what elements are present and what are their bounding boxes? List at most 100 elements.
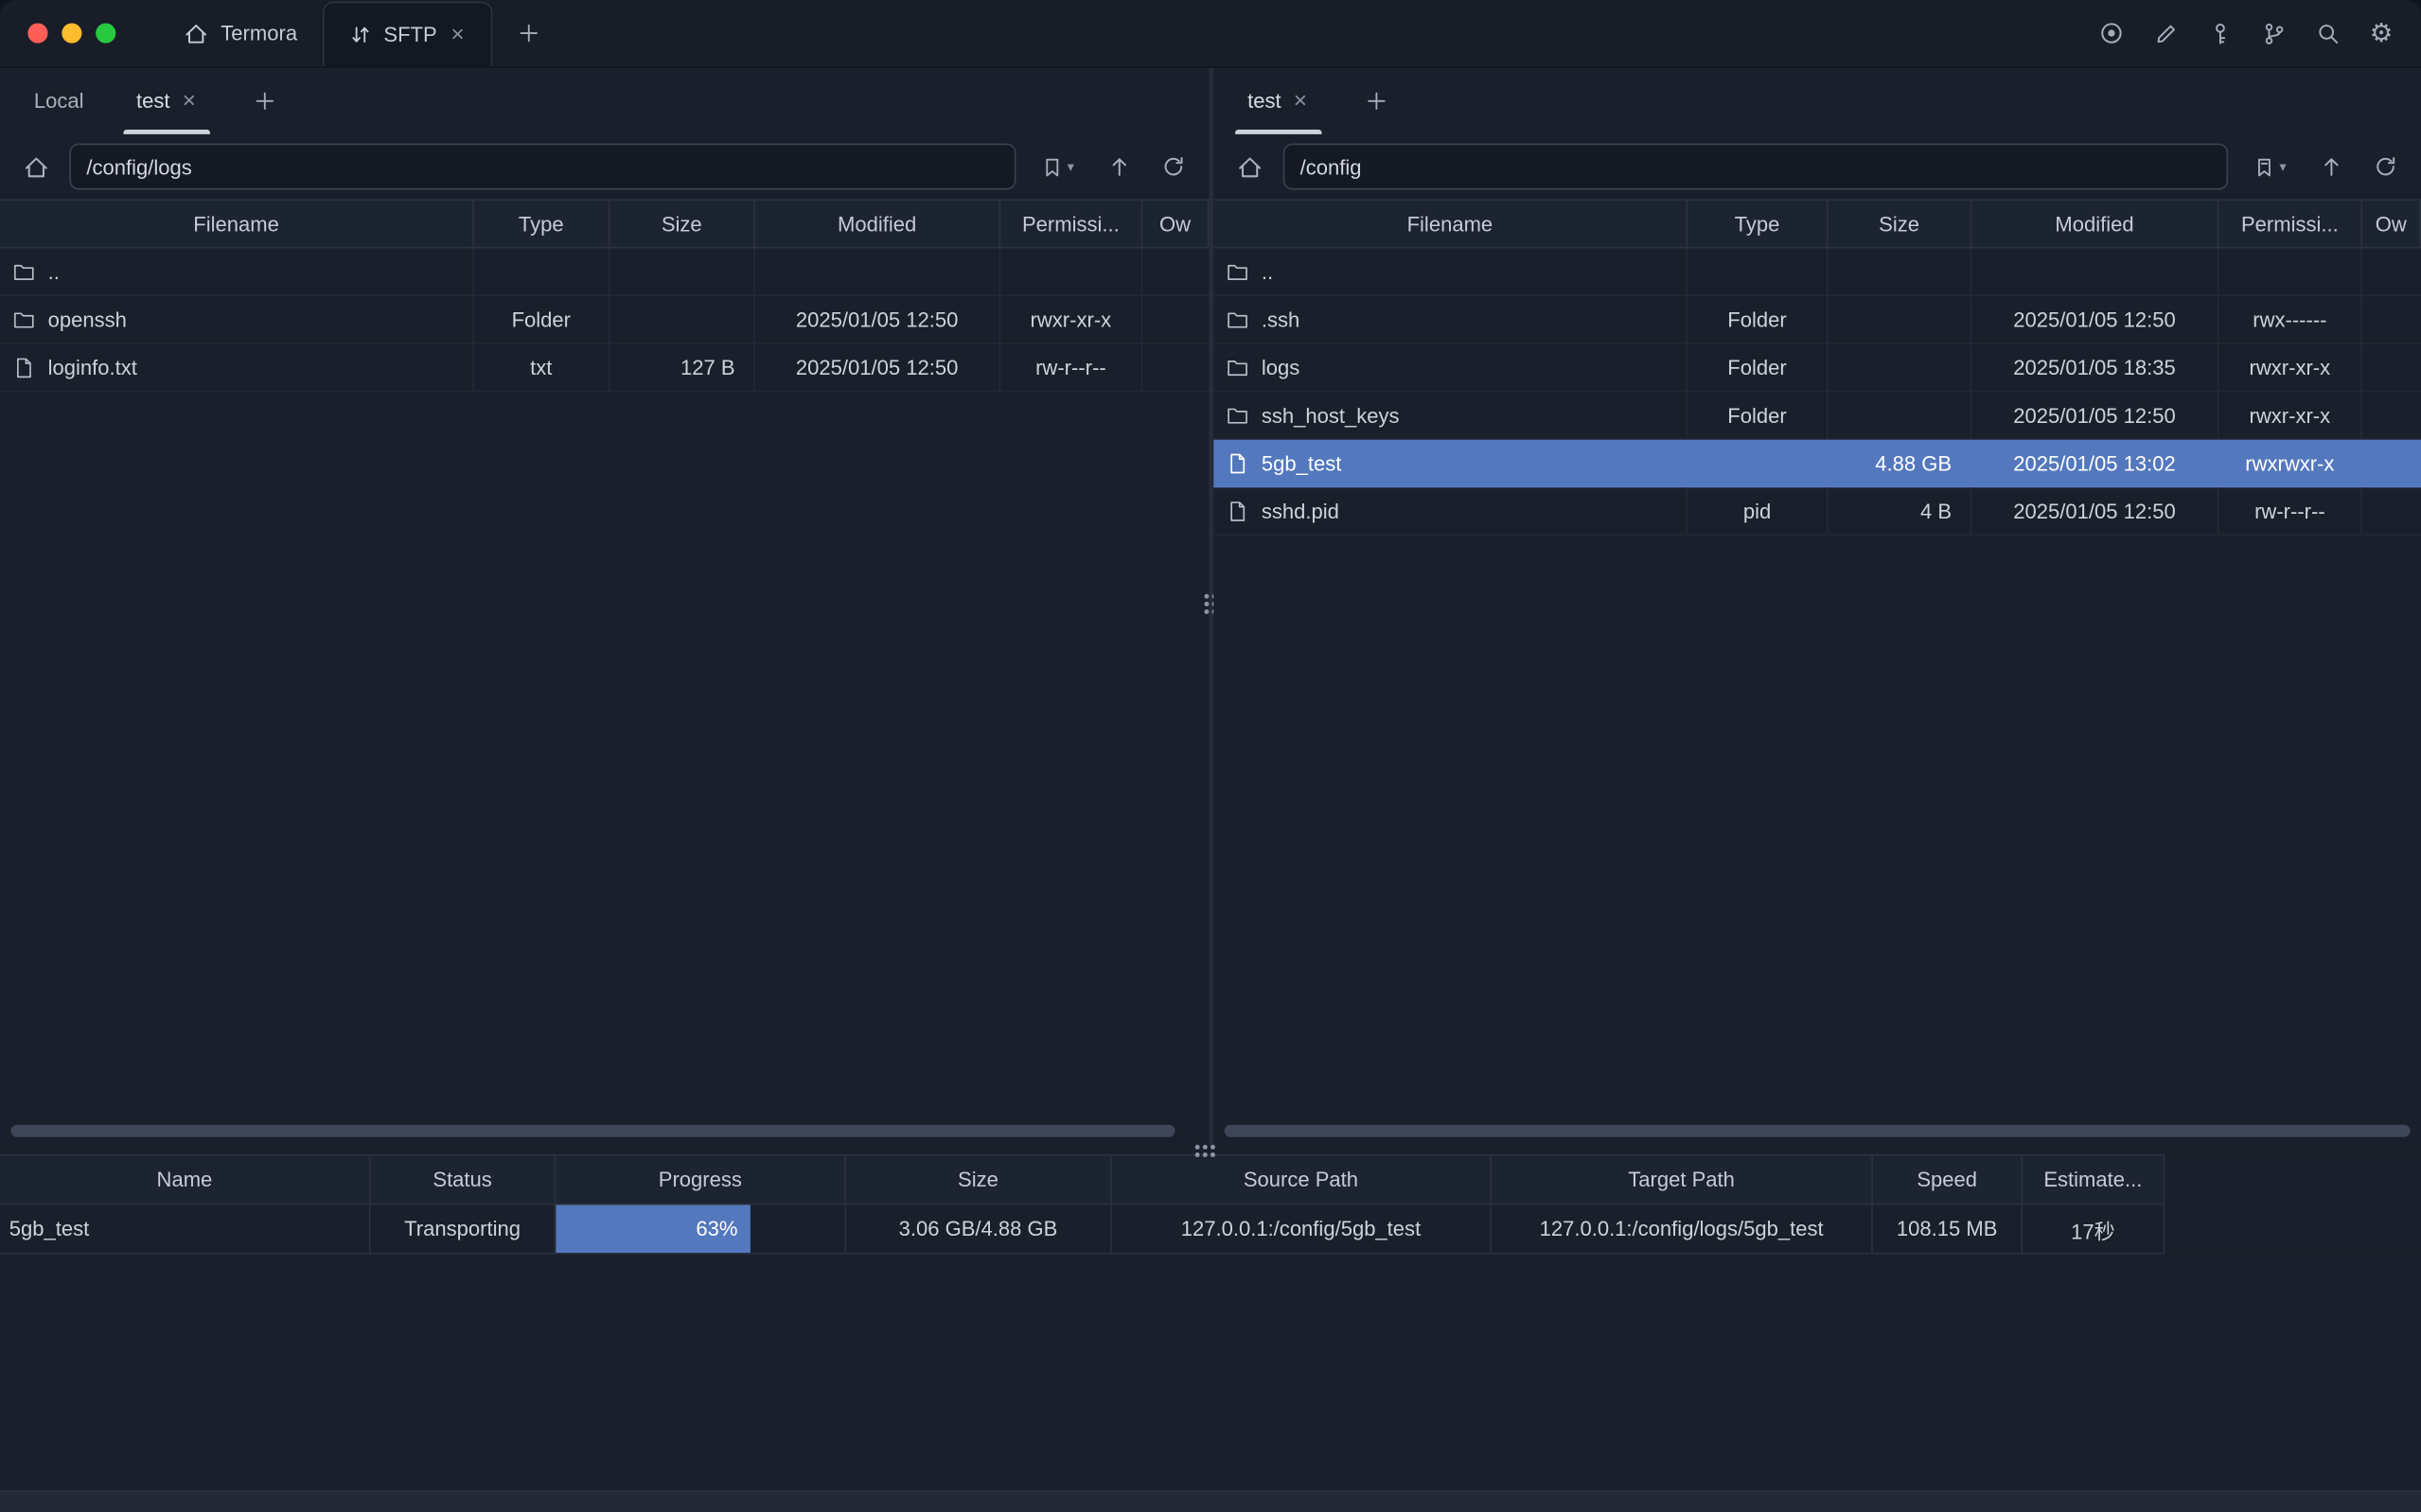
- column-header-type[interactable]: Type: [474, 201, 610, 247]
- file-row[interactable]: ssh_host_keysFolder2025/01/05 12:50rwxr-…: [1213, 392, 2421, 440]
- tab-sftp[interactable]: SFTP ×: [322, 2, 492, 66]
- filename-cell: sshd.pid: [1213, 487, 1688, 534]
- column-header-ow[interactable]: Ow: [1142, 201, 1209, 247]
- type-cell: Folder: [1688, 296, 1828, 343]
- size-cell: [1829, 344, 1972, 391]
- refresh-icon[interactable]: [2365, 147, 2405, 186]
- status-bar: [0, 1490, 2421, 1512]
- column-header-size[interactable]: Size: [1829, 201, 1972, 247]
- owner-cell: [2362, 440, 2421, 486]
- search-icon[interactable]: [2312, 18, 2343, 49]
- filename-cell: openssh: [0, 296, 474, 343]
- left-pane-tabs: Local test ×: [0, 68, 1209, 134]
- key-icon[interactable]: [2204, 18, 2235, 49]
- refresh-icon[interactable]: [1154, 147, 1193, 186]
- horizontal-scrollbar[interactable]: [1225, 1125, 2411, 1139]
- transfer-splitter[interactable]: [0, 1145, 2421, 1154]
- column-header-filename[interactable]: Filename: [0, 201, 474, 247]
- home-icon: [184, 21, 208, 45]
- column-header-modified[interactable]: Modified: [755, 201, 1000, 247]
- close-tab-icon[interactable]: ×: [450, 23, 467, 45]
- file-row[interactable]: 5gb_test4.88 GB2025/01/05 13:02rwxrwxr-x: [1213, 440, 2421, 488]
- close-window-button[interactable]: [27, 23, 47, 43]
- transfer-panel: NameStatusProgressSizeSource PathTarget …: [0, 1154, 2421, 1255]
- close-tab-icon[interactable]: ×: [181, 90, 198, 113]
- column-header-modified[interactable]: Modified: [1971, 201, 2218, 247]
- right-path-input[interactable]: [1283, 144, 2228, 190]
- filename-text: loginfo.txt: [48, 356, 137, 378]
- column-header-type[interactable]: Type: [1688, 201, 1828, 247]
- right-pane-tabs: test ×: [1213, 68, 2421, 134]
- column-header-target-path[interactable]: Target Path: [1492, 1155, 1873, 1204]
- tab-local[interactable]: Local: [22, 68, 97, 134]
- tab-termora-label: Termora: [221, 22, 297, 44]
- column-header-source-path[interactable]: Source Path: [1112, 1155, 1492, 1204]
- permissions-cell: rwx------: [2218, 296, 2362, 343]
- column-header-size[interactable]: Size: [610, 201, 754, 247]
- file-table-header: FilenameTypeSizeModifiedPermissi...Ow: [0, 199, 1209, 248]
- left-path-input[interactable]: [69, 144, 1016, 190]
- zoom-window-button[interactable]: [96, 23, 115, 43]
- home-icon[interactable]: [15, 147, 55, 186]
- new-tab-button[interactable]: [511, 15, 547, 51]
- column-header-speed[interactable]: Speed: [1873, 1155, 2023, 1204]
- permissions-cell: rwxr-xr-x: [2218, 344, 2362, 391]
- tab-test-right[interactable]: test ×: [1235, 68, 1321, 134]
- column-header-estimate[interactable]: Estimate...: [2023, 1155, 2165, 1204]
- add-pane-tab-button[interactable]: [1358, 83, 1394, 119]
- traffic-lights: [27, 23, 115, 43]
- permissions-cell: [2218, 249, 2362, 295]
- edit-icon[interactable]: [2150, 18, 2182, 49]
- column-header-permissi[interactable]: Permissi...: [2218, 201, 2362, 247]
- size-cell: [1829, 296, 1972, 343]
- termora-window: Termora SFTP ×: [0, 0, 2421, 1512]
- column-header-name[interactable]: Name: [0, 1155, 371, 1204]
- scrollbar-thumb[interactable]: [10, 1125, 1174, 1137]
- file-row[interactable]: ..: [0, 249, 1209, 297]
- local-file-table: FilenameTypeSizeModifiedPermissi...Ow..o…: [0, 199, 1209, 392]
- tab-test-left[interactable]: test ×: [124, 68, 210, 134]
- column-header-ow[interactable]: Ow: [2362, 201, 2421, 247]
- settings-gear-icon[interactable]: ⚙: [2367, 17, 2396, 49]
- horizontal-scrollbar[interactable]: [10, 1125, 1198, 1139]
- parent-directory-icon[interactable]: [1100, 147, 1140, 186]
- owner-cell: [2362, 487, 2421, 534]
- close-tab-icon[interactable]: ×: [1292, 90, 1309, 113]
- file-row[interactable]: sshd.pidpid4 B2025/01/05 12:50rw-r--r--: [1213, 487, 2421, 536]
- transfer-row[interactable]: 5gb_testTransporting63%3.06 GB/4.88 GB12…: [0, 1204, 2165, 1254]
- size-cell: 127 B: [610, 344, 754, 391]
- transfer-status-cell: Transporting: [371, 1204, 557, 1253]
- tab-local-label: Local: [34, 90, 84, 113]
- column-header-filename[interactable]: Filename: [1213, 201, 1688, 247]
- git-branch-icon[interactable]: [2258, 18, 2289, 49]
- column-header-size[interactable]: Size: [846, 1155, 1112, 1204]
- file-row[interactable]: loginfo.txttxt127 B2025/01/05 12:50rw-r-…: [0, 344, 1209, 393]
- owner-cell: [2362, 249, 2421, 295]
- scrollbar-thumb[interactable]: [1225, 1125, 2411, 1137]
- permissions-cell: rwxr-xr-x: [2218, 392, 2362, 438]
- file-row[interactable]: .sshFolder2025/01/05 12:50rwx------: [1213, 296, 2421, 344]
- column-header-permissi[interactable]: Permissi...: [1000, 201, 1142, 247]
- tab-termora[interactable]: Termora: [159, 0, 322, 66]
- column-header-progress[interactable]: Progress: [556, 1155, 846, 1204]
- modified-cell: 2025/01/05 18:35: [1971, 344, 2218, 391]
- titlebar: Termora SFTP ×: [0, 0, 2421, 68]
- filename-text: sshd.pid: [1262, 499, 1339, 521]
- titlebar-actions: ⚙: [2094, 17, 2396, 49]
- record-icon[interactable]: [2094, 17, 2127, 49]
- minimize-window-button[interactable]: [62, 23, 81, 43]
- owner-cell: [1142, 344, 1209, 391]
- left-toolbar: ▾: [0, 134, 1209, 199]
- size-cell: 4.88 GB: [1829, 440, 1972, 486]
- parent-directory-icon[interactable]: [2311, 147, 2351, 186]
- file-row[interactable]: ..: [1213, 249, 2421, 297]
- file-row[interactable]: logsFolder2025/01/05 18:35rwxr-xr-x: [1213, 344, 2421, 393]
- column-header-status[interactable]: Status: [371, 1155, 557, 1204]
- home-icon[interactable]: [1229, 147, 1269, 186]
- owner-cell: [2362, 344, 2421, 391]
- file-row[interactable]: opensshFolder2025/01/05 12:50rwxr-xr-x: [0, 296, 1209, 344]
- add-pane-tab-button[interactable]: [247, 83, 283, 119]
- filename-text: openssh: [48, 308, 127, 330]
- bookmark-icon[interactable]: ▾: [2242, 147, 2298, 186]
- bookmark-icon[interactable]: ▾: [1030, 147, 1086, 186]
